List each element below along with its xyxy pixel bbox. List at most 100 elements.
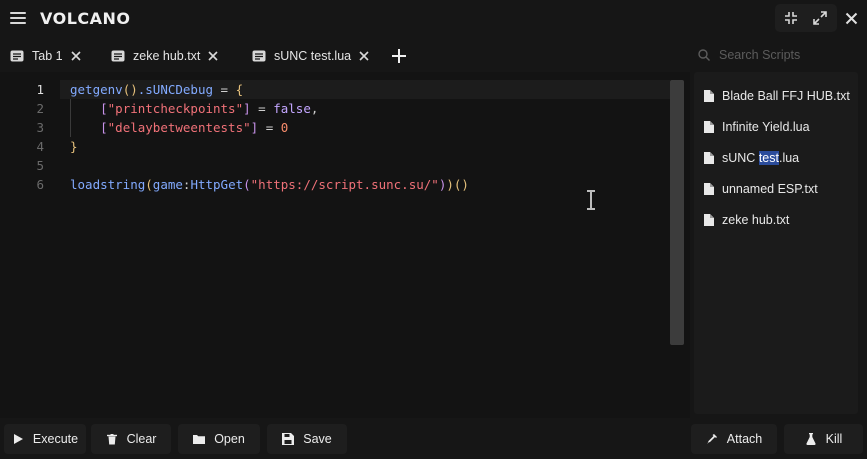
syringe-icon <box>706 434 717 444</box>
code-line: } <box>70 137 469 156</box>
file-icon <box>704 89 714 102</box>
code-token: ( <box>243 177 251 192</box>
open-button[interactable]: Open <box>178 424 260 454</box>
kill-button[interactable]: Kill <box>784 424 863 454</box>
line-number: 6 <box>36 177 44 192</box>
file-icon <box>704 182 714 195</box>
tab-label: sUNC test.lua <box>274 49 352 63</box>
tab-bar: Tab 1 zeke hub.txt sUNC test.lua <box>0 40 690 72</box>
tab-sunc-test[interactable]: sUNC test.lua <box>252 44 369 68</box>
code-token: "printcheckpoints" <box>107 101 244 116</box>
document-icon <box>10 50 24 62</box>
script-label-pre: sUNC <box>722 150 759 165</box>
script-item-label: sUNC test.lua <box>722 150 800 165</box>
code-token: loadstring <box>70 177 146 192</box>
line-number: 1 <box>36 82 44 97</box>
code-line: getgenv().sUNCDebug = { <box>70 80 469 99</box>
code-token: HttpGet <box>190 177 244 192</box>
save-button[interactable]: Save <box>267 424 347 454</box>
clear-label: Clear <box>126 432 157 446</box>
script-item-infinite-yield[interactable]: Infinite Yield.lua <box>694 111 858 142</box>
tab-zeke-hub[interactable]: zeke hub.txt <box>111 44 218 68</box>
tab-close-icon[interactable] <box>71 51 81 61</box>
tab-label: zeke hub.txt <box>133 49 201 63</box>
code-token: [ <box>100 101 108 116</box>
code-token: { <box>235 82 244 97</box>
code-token: game <box>152 177 183 192</box>
script-item-label: Blade Ball FFJ HUB.txt <box>722 88 850 103</box>
line-number: 2 <box>36 101 44 116</box>
attach-label: Attach <box>726 432 763 446</box>
play-icon <box>13 434 23 444</box>
close-icon[interactable] <box>839 6 863 30</box>
execute-button[interactable]: Execute <box>4 424 86 454</box>
title-bar: VOLCANO <box>0 0 867 36</box>
line-number: 5 <box>36 158 44 173</box>
code-token: ( <box>145 177 153 192</box>
action-bar: Execute Clear Open Save Attach Kill <box>0 418 867 459</box>
code-token: ] <box>243 101 251 116</box>
script-item-sunc-test[interactable]: sUNC test.lua <box>694 142 858 173</box>
code-token: "delaybetweentests" <box>107 120 251 135</box>
tab-close-icon[interactable] <box>208 51 218 61</box>
add-tab-icon[interactable] <box>391 48 407 64</box>
kill-label: Kill <box>825 432 843 446</box>
code-token: = <box>250 101 274 116</box>
script-item-blade-ball[interactable]: Blade Ball FFJ HUB.txt <box>694 80 858 111</box>
script-item-label: zeke hub.txt <box>722 212 790 227</box>
script-sidebar: Blade Ball FFJ HUB.txt Infinite Yield.lu… <box>690 36 867 418</box>
line-number: 4 <box>36 139 44 154</box>
shrink-icon[interactable] <box>779 6 803 30</box>
line-number: 3 <box>36 120 44 135</box>
script-label-post: .lua <box>778 150 800 165</box>
code-content[interactable]: getgenv().sUNCDebug = { ["printcheckpoin… <box>70 80 469 194</box>
app-title: VOLCANO <box>40 9 131 28</box>
code-token: false <box>273 101 311 116</box>
script-list: Blade Ball FFJ HUB.txt Infinite Yield.lu… <box>694 72 858 414</box>
tab-label: Tab 1 <box>32 49 63 63</box>
code-editor[interactable]: 1 2 3 4 5 6 getgenv().sUNCDebug = { ["pr… <box>0 72 690 418</box>
tab-close-icon[interactable] <box>359 51 369 61</box>
file-icon <box>704 213 714 226</box>
open-label: Open <box>214 432 245 446</box>
script-item-label: unnamed ESP.txt <box>722 181 818 196</box>
script-item-zeke-hub[interactable]: zeke hub.txt <box>694 204 858 235</box>
document-icon <box>252 50 266 62</box>
code-token: () <box>122 82 138 97</box>
expand-icon[interactable] <box>808 6 832 30</box>
selected-text-highlight: test <box>758 150 779 165</box>
code-line: ["delaybetweentests"] = 0 <box>70 118 469 137</box>
flask-icon <box>806 433 816 445</box>
line-number-gutter: 1 2 3 4 5 6 <box>0 80 50 194</box>
file-icon <box>704 151 714 164</box>
code-token: = <box>258 120 281 135</box>
document-icon <box>111 50 125 62</box>
code-token: getgenv <box>70 82 123 97</box>
attach-button[interactable]: Attach <box>691 424 777 454</box>
execute-label: Execute <box>32 432 79 446</box>
script-item-unnamed-esp[interactable]: unnamed ESP.txt <box>694 173 858 204</box>
save-icon <box>282 433 295 445</box>
code-token: () <box>453 177 469 192</box>
code-token: ) <box>446 177 454 192</box>
search-icon <box>698 49 710 61</box>
search-input[interactable] <box>719 48 849 62</box>
tab-tab-1[interactable]: Tab 1 <box>10 44 81 68</box>
script-item-label: Infinite Yield.lua <box>722 119 810 134</box>
code-token: 0 <box>280 120 289 135</box>
editor-scrollbar[interactable] <box>670 80 684 345</box>
folder-icon <box>193 435 206 444</box>
code-token: } <box>70 139 78 154</box>
hamburger-menu-icon[interactable] <box>10 10 26 26</box>
code-token: , <box>310 101 319 116</box>
clear-button[interactable]: Clear <box>91 424 171 454</box>
code-line: ["printcheckpoints"] = false, <box>70 99 469 118</box>
code-token: "https://script.sunc.su/" <box>250 177 439 192</box>
code-token: = <box>213 82 236 97</box>
script-search <box>690 40 862 70</box>
save-label: Save <box>303 432 332 446</box>
code-token: [ <box>100 120 108 135</box>
